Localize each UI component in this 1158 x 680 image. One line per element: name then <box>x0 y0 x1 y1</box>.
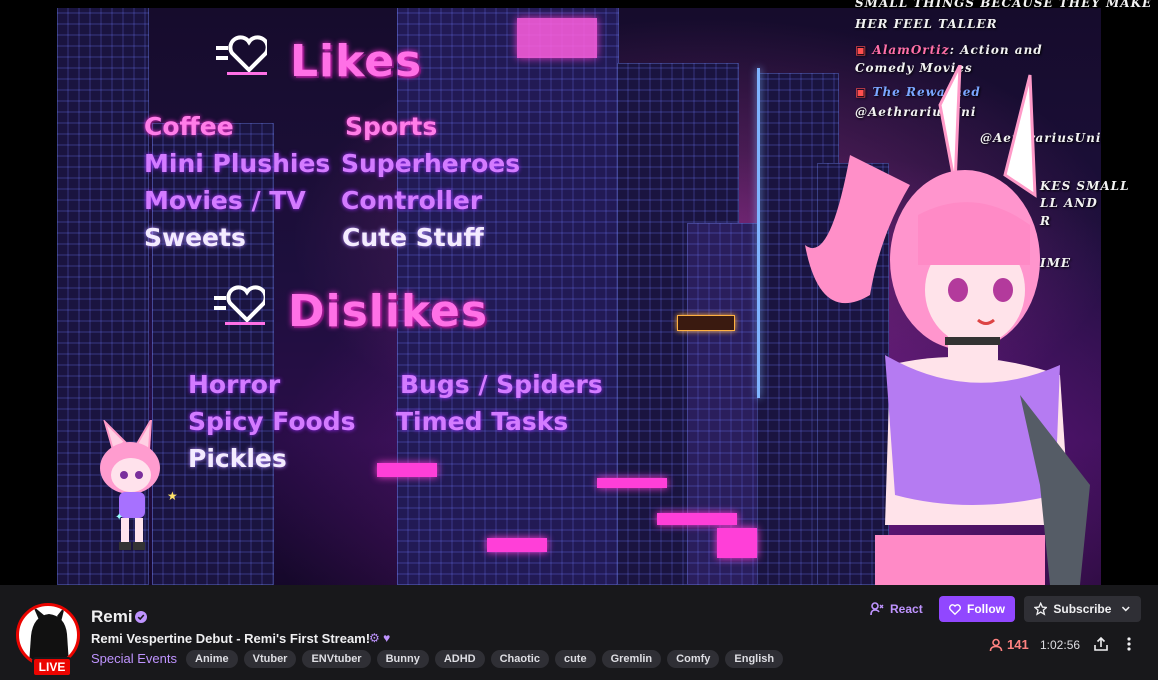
neon-light <box>757 68 760 398</box>
stream-title: Remi Vespertine Debut - Remi's First Str… <box>91 631 371 646</box>
dislike-item: Pickles <box>188 444 287 473</box>
heart-list-icon <box>214 285 265 325</box>
like-item: Sports <box>345 112 438 141</box>
chat-badge-icon: ▣ <box>855 43 873 57</box>
dislike-item: Horror <box>188 370 281 399</box>
tag[interactable]: Vtuber <box>243 650 297 668</box>
viewer-count-value: 141 <box>1007 637 1029 652</box>
subscribe-label: Subscribe <box>1053 602 1112 616</box>
vtuber-avatar <box>805 65 1090 585</box>
heart-emote-icon: ♥ <box>383 631 391 645</box>
neon-light <box>377 463 437 477</box>
gear-emote-icon: ⚙ <box>369 631 380 645</box>
tag[interactable]: cute <box>554 650 596 668</box>
like-item: Mini Plushies <box>144 149 331 178</box>
heart-icon <box>949 603 961 615</box>
title-emotes: ⚙ ♥ <box>369 631 390 645</box>
tag[interactable]: Comfy <box>667 650 720 668</box>
subscribe-button[interactable]: Subscribe <box>1024 596 1141 622</box>
dislikes-heading: Dislikes <box>288 286 489 337</box>
star-icon <box>1034 602 1048 616</box>
like-item: Movies / TV <box>144 186 306 215</box>
tag[interactable]: Bunny <box>376 650 429 668</box>
chevron-down-icon <box>1122 606 1131 612</box>
follow-label: Follow <box>967 602 1005 616</box>
chat-overlay-line: SMALL THINGS BECAUSE THEY MAKE <box>855 0 1153 10</box>
svg-text:✦: ✦ <box>115 512 123 523</box>
video-player[interactable]: Likes Coffee Sports Mini Plushies Superh… <box>0 0 1158 585</box>
react-button[interactable]: React <box>860 596 933 622</box>
dislike-item: Bugs / Spiders <box>400 370 603 399</box>
neon-light <box>517 18 597 58</box>
tag[interactable]: ADHD <box>434 650 485 668</box>
stream-category-link[interactable]: Special Events <box>91 651 177 666</box>
neon-light <box>677 315 735 331</box>
neon-light <box>717 528 757 558</box>
react-label: React <box>890 602 923 616</box>
avatar-silhouette-icon <box>29 606 69 664</box>
svg-text:★: ★ <box>167 489 178 503</box>
like-item: Coffee <box>144 112 234 141</box>
person-icon <box>989 638 1003 651</box>
stream-uptime: 1:02:56 <box>1040 638 1081 652</box>
share-icon[interactable] <box>1093 636 1109 652</box>
chat-overlay-line: ▣ AlamOrtiz: Action and <box>855 43 1043 57</box>
more-vertical-icon[interactable] <box>1121 636 1137 652</box>
live-badge: LIVE <box>32 657 72 677</box>
dislike-item: Spicy Foods <box>188 407 356 436</box>
tag[interactable]: Gremlin <box>601 650 662 668</box>
follow-button[interactable]: Follow <box>939 596 1015 622</box>
chat-overlay-line: HER FEEL TALLER <box>855 17 998 31</box>
chibi-bunny-sticker: ★ ✦ <box>100 420 178 550</box>
like-item: Sweets <box>144 223 246 252</box>
like-item: Superheroes <box>341 149 521 178</box>
channel-name[interactable]: Remi <box>91 607 133 627</box>
tag-list: Anime Vtuber ENVtuber Bunny ADHD Chaotic… <box>186 650 784 668</box>
like-item: Cute Stuff <box>342 223 484 252</box>
likes-heading: Likes <box>290 36 423 87</box>
verified-badge-icon <box>135 611 147 623</box>
viewer-count: 141 <box>989 637 1029 652</box>
tag[interactable]: ENVtuber <box>302 650 371 668</box>
neon-light <box>487 538 547 552</box>
tag[interactable]: Anime <box>186 650 238 668</box>
heart-list-icon <box>216 35 267 75</box>
dislike-item: Timed Tasks <box>396 407 569 436</box>
neon-light <box>657 513 737 525</box>
neon-light <box>597 478 667 488</box>
like-item: Controller <box>341 186 483 215</box>
tag[interactable]: Chaotic <box>490 650 549 668</box>
tag[interactable]: English <box>725 650 784 668</box>
react-person-icon <box>870 602 884 616</box>
